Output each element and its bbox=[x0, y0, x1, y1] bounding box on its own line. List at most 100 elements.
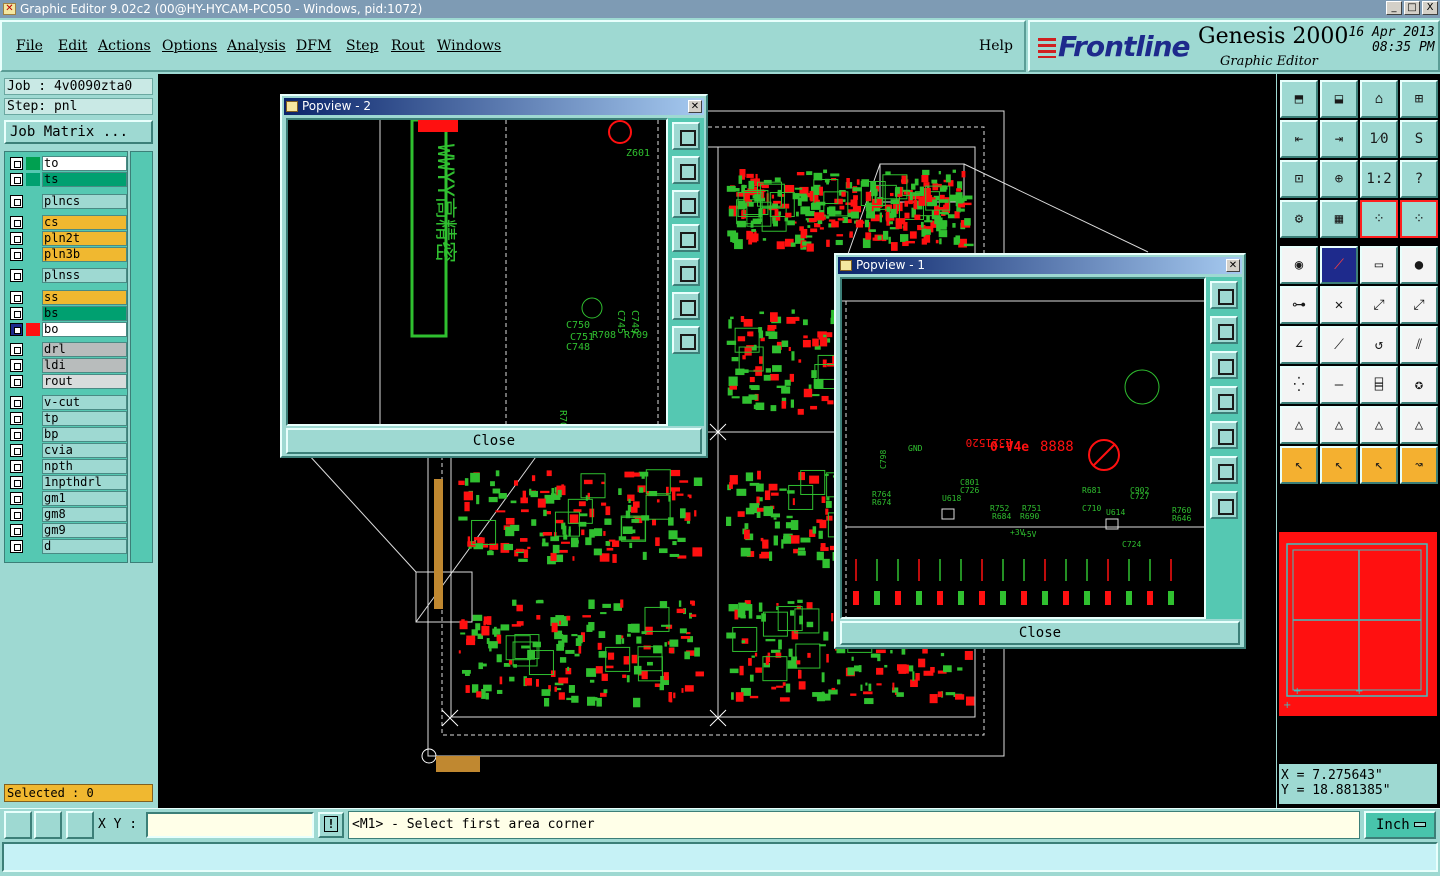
layer-row-bs[interactable]: bs bbox=[7, 306, 127, 321]
one-to-two-icon[interactable]: 1:2 bbox=[1360, 160, 1398, 198]
layer-row-cvia[interactable]: cvia bbox=[7, 443, 127, 458]
menu-dfm[interactable]: DFM bbox=[296, 38, 331, 54]
zoom-back-icon[interactable]: ⬓ bbox=[1320, 80, 1358, 118]
popview-down-icon[interactable] bbox=[1210, 351, 1238, 379]
close-button[interactable]: X bbox=[1422, 1, 1438, 15]
measure-icon[interactable] bbox=[34, 811, 62, 839]
layer-row-bp[interactable]: bp bbox=[7, 427, 127, 442]
popview-up-icon[interactable] bbox=[1210, 316, 1238, 344]
layer-name[interactable]: cs bbox=[42, 215, 127, 230]
angle-icon[interactable]: ∠ bbox=[1280, 326, 1318, 364]
layer-checkbox[interactable] bbox=[10, 396, 23, 409]
triangle3-icon[interactable]: △ bbox=[1360, 406, 1398, 444]
layer-name[interactable]: 1npthdrl bbox=[42, 475, 127, 490]
measure-icon[interactable]: ⟋ bbox=[1320, 246, 1358, 284]
abort-button[interactable]: ! bbox=[318, 812, 344, 838]
popview-zoom-icon[interactable] bbox=[672, 122, 700, 150]
zoom-right-icon[interactable]: ⇥ bbox=[1320, 120, 1358, 158]
layer-row-rout[interactable]: rout bbox=[7, 374, 127, 389]
layer-name[interactable]: ss bbox=[42, 290, 127, 305]
circle-icon[interactable]: ● bbox=[1400, 246, 1438, 284]
popview-1-view[interactable]: E321520 0-V4e 8888 GND C801 C726 U618 R752 R684 R… bbox=[840, 277, 1206, 619]
layer-name[interactable]: npth bbox=[42, 459, 127, 474]
popview-2-close-x[interactable]: ✕ bbox=[688, 100, 702, 113]
layer-checkbox[interactable] bbox=[10, 375, 23, 388]
layer-name[interactable]: v-cut bbox=[42, 395, 127, 410]
menu-rout[interactable]: Rout bbox=[391, 38, 425, 54]
layer-row-pln2t[interactable]: pln2t bbox=[7, 231, 127, 246]
pointer-sel-icon[interactable]: ↖ bbox=[1360, 446, 1398, 484]
one-to-zero-icon[interactable]: 1⁄0 bbox=[1360, 120, 1398, 158]
popview-zoom-icon[interactable] bbox=[1210, 281, 1238, 309]
snap-blue-icon[interactable]: ⤢ bbox=[1400, 286, 1438, 324]
menu-edit[interactable]: Edit bbox=[58, 38, 87, 54]
xy-input[interactable] bbox=[146, 812, 314, 838]
popview-center-icon[interactable] bbox=[1210, 491, 1238, 519]
ruler-icon[interactable]: ⚙ bbox=[1280, 200, 1318, 238]
popview-fit-icon[interactable] bbox=[672, 292, 700, 320]
layer-checkbox[interactable] bbox=[10, 173, 23, 186]
triangle-icon[interactable]: △ bbox=[1280, 406, 1318, 444]
layer-row-gm8[interactable]: gm8 bbox=[7, 507, 127, 522]
layer-row-npth[interactable]: npth bbox=[7, 459, 127, 474]
layer-name[interactable]: bp bbox=[42, 427, 127, 442]
layer-row-1npthdrl[interactable]: 1npthdrl bbox=[7, 475, 127, 490]
layer-checkbox[interactable] bbox=[10, 195, 23, 208]
layer-name[interactable]: pln2t bbox=[42, 231, 127, 246]
layer-row-plncs[interactable]: plncs bbox=[7, 194, 127, 209]
layer-row-ldi[interactable]: ldi bbox=[7, 358, 127, 373]
layer-name[interactable]: bs bbox=[42, 306, 127, 321]
popview-1-close-x[interactable]: ✕ bbox=[1226, 259, 1240, 272]
net-icon[interactable]: ⁘ bbox=[1360, 200, 1398, 238]
popview-center-icon[interactable] bbox=[672, 326, 700, 354]
popview-2-titlebar[interactable]: Popview - 2 ✕ bbox=[284, 98, 704, 115]
center-icon[interactable]: ⊕ bbox=[1320, 160, 1358, 198]
layer-checkbox[interactable] bbox=[10, 323, 23, 336]
zoom-left-icon[interactable]: ⇤ bbox=[1280, 120, 1318, 158]
popview-1-titlebar[interactable]: Popview - 1 ✕ bbox=[838, 257, 1242, 274]
layer-row-tp[interactable]: tp bbox=[7, 411, 127, 426]
job-matrix-button[interactable]: Job Matrix ... bbox=[4, 120, 153, 144]
point-icon[interactable]: ⁛ bbox=[1280, 366, 1318, 404]
link-icon[interactable]: ⊶ bbox=[1280, 286, 1318, 324]
unit-selector[interactable]: Inch bbox=[1364, 811, 1436, 839]
popview-fit-icon[interactable] bbox=[1210, 456, 1238, 484]
layer-name[interactable]: ts bbox=[42, 172, 127, 187]
help-icon[interactable]: ? bbox=[1400, 160, 1438, 198]
layer-row-gm1[interactable]: gm1 bbox=[7, 491, 127, 506]
menu-options[interactable]: Options bbox=[162, 38, 217, 54]
dash-icon[interactable]: — bbox=[1320, 366, 1358, 404]
layer-name[interactable]: gm1 bbox=[42, 491, 127, 506]
layer-name[interactable]: pln3b bbox=[42, 247, 127, 262]
layer-checkbox[interactable] bbox=[10, 444, 23, 457]
layer-checkbox[interactable] bbox=[10, 291, 23, 304]
layer-name[interactable]: bo bbox=[42, 322, 127, 337]
layer-checkbox[interactable] bbox=[10, 428, 23, 441]
layer-checkbox[interactable] bbox=[10, 524, 23, 537]
home-icon[interactable]: ⌂ bbox=[1360, 80, 1398, 118]
layer-checkbox[interactable] bbox=[10, 412, 23, 425]
snap-icon[interactable]: ⤢ bbox=[1360, 286, 1398, 324]
scale-icon[interactable]: ▭ bbox=[1360, 246, 1398, 284]
pointer-icon[interactable]: ↖ bbox=[1280, 446, 1318, 484]
layer-checkbox[interactable] bbox=[10, 460, 23, 473]
route-icon[interactable]: S bbox=[1400, 120, 1438, 158]
layer-row-cs[interactable]: cs bbox=[7, 215, 127, 230]
overview-map[interactable]: + + + bbox=[1279, 532, 1437, 716]
layer-row-bo[interactable]: bo bbox=[7, 322, 127, 337]
layer-name[interactable]: drl bbox=[42, 342, 127, 357]
layer-checkbox[interactable] bbox=[10, 232, 23, 245]
layer-row-drl[interactable]: drl bbox=[7, 342, 127, 357]
layer-checkbox[interactable] bbox=[10, 492, 23, 505]
popview-2-view[interactable]: WWYY高精密 C750 C751 C748 R708 R709 C749 C745 Z601 R… bbox=[286, 118, 668, 426]
layer-checkbox[interactable] bbox=[10, 476, 23, 489]
layer-row-d[interactable]: d bbox=[7, 539, 127, 554]
select-icon[interactable]: ◉ bbox=[1280, 246, 1318, 284]
layer-checkbox[interactable] bbox=[10, 157, 23, 170]
shape-icon[interactable]: ✪ bbox=[1400, 366, 1438, 404]
zoom-home-icon[interactable]: ⬒ bbox=[1280, 80, 1318, 118]
layer-checkbox[interactable] bbox=[10, 343, 23, 356]
arc-icon[interactable]: ↺ bbox=[1360, 326, 1398, 364]
layer-checkbox[interactable] bbox=[10, 508, 23, 521]
popview-1-close-button[interactable]: Close bbox=[840, 621, 1240, 645]
